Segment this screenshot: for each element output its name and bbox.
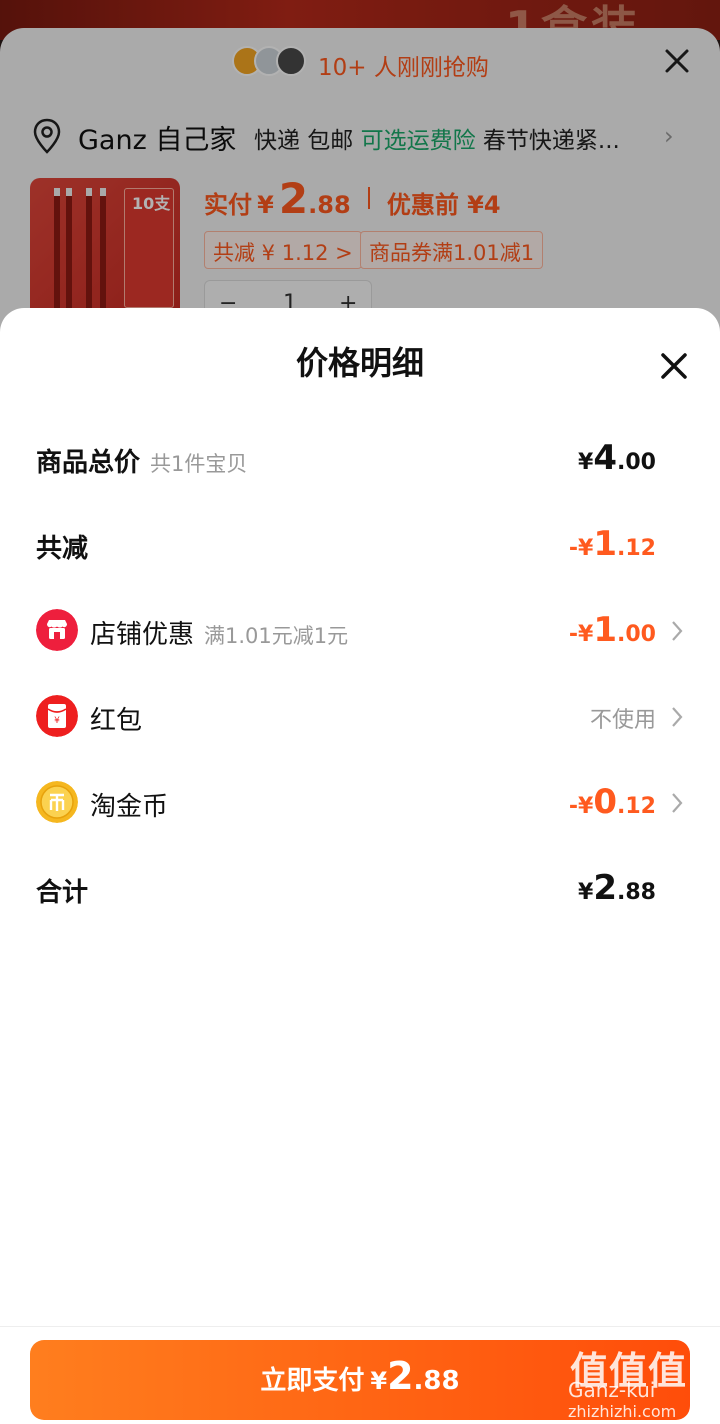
row-subtotal: 商品总价 共1件宝贝 ¥4.00: [0, 428, 720, 488]
amount-int: 4: [593, 438, 618, 478]
red-packet-status: 不使用: [589, 708, 656, 733]
pay-amount-dec: .88: [413, 1366, 460, 1396]
total-value: ¥2.88: [578, 868, 656, 908]
red-packet-icon: ¥: [36, 695, 78, 737]
amount-dec: .00: [617, 622, 656, 647]
amount-dec: .12: [617, 536, 656, 561]
currency: -¥: [568, 622, 594, 647]
row-red-packet[interactable]: ¥ 红包 不使用: [0, 686, 720, 746]
item-count: 共1件宝贝: [150, 452, 248, 476]
row-total-reduction: 共减 -¥1.12: [0, 514, 720, 574]
currency: -¥: [568, 536, 594, 561]
pay-amount-int: 2: [387, 1354, 414, 1398]
subtotal-label: 商品总价: [36, 448, 141, 478]
price-detail-sheet: 价格明细 商品总价 共1件宝贝 ¥4.00 共减 -¥1.12 店铺优惠 满1.01…: [0, 308, 720, 1424]
row-label: 商品总价 共1件宝贝: [36, 442, 247, 479]
chevron-right-icon: [672, 793, 683, 813]
row-label: 店铺优惠 满1.01元减1元: [90, 614, 348, 651]
pay-currency: ¥: [370, 1367, 388, 1395]
amount-dec: .88: [617, 880, 656, 905]
gold-coin-label: 淘金币: [90, 792, 169, 822]
bottom-divider: [0, 1326, 720, 1327]
amount-dec: .12: [617, 794, 656, 819]
pay-now-button[interactable]: 立即支付 ¥2.88: [30, 1340, 690, 1420]
amount-int: 2: [593, 868, 618, 908]
currency: -¥: [568, 794, 594, 819]
total-label: 合计: [36, 878, 89, 908]
red-packet-value: 不使用: [590, 702, 656, 734]
row-shop-discount[interactable]: 店铺优惠 满1.01元减1元 -¥1.00: [0, 600, 720, 660]
amount-int: 1: [593, 524, 618, 564]
svg-text:¥: ¥: [54, 716, 60, 726]
shop-icon: [36, 609, 78, 651]
total-reduction-value: -¥1.12: [569, 524, 656, 564]
gold-coin-icon: [36, 781, 78, 823]
chevron-right-icon: [672, 707, 683, 727]
amount-dec: .00: [617, 450, 656, 475]
row-gold-coin[interactable]: 淘金币 -¥0.12: [0, 772, 720, 832]
currency: ¥: [578, 880, 594, 905]
gold-coin-value: -¥0.12: [569, 782, 656, 822]
subtotal-value: ¥4.00: [578, 438, 656, 478]
row-total: 合计 ¥2.88: [0, 858, 720, 918]
shop-discount-rule: 满1.01元减1元: [204, 624, 349, 648]
close-icon[interactable]: [656, 348, 692, 384]
shop-discount-value: -¥1.00: [569, 610, 656, 650]
amount-int: 0: [593, 782, 618, 822]
pay-button-label: 立即支付: [260, 1366, 365, 1396]
sheet-title: 价格明细: [295, 344, 424, 382]
amount-int: 1: [593, 610, 618, 650]
shop-discount-label: 店铺优惠: [90, 620, 195, 650]
currency: ¥: [578, 450, 594, 475]
red-packet-label: 红包: [90, 706, 143, 736]
total-reduction-label: 共减: [36, 534, 89, 564]
chevron-right-icon: [672, 621, 683, 641]
